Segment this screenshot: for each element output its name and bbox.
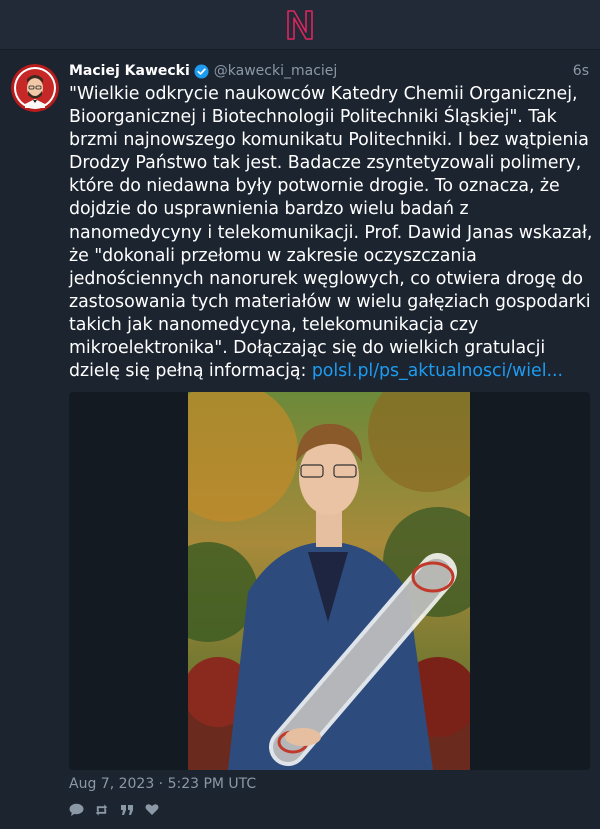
- quote-icon[interactable]: [119, 802, 134, 817]
- tweet-header: Maciej Kawecki @kawecki_maciej 6s: [69, 61, 589, 81]
- reply-icon[interactable]: [69, 802, 84, 817]
- avatar[interactable]: [11, 64, 59, 112]
- author-name[interactable]: Maciej Kawecki: [69, 63, 190, 79]
- like-icon[interactable]: [144, 802, 159, 817]
- tweet-text: "Wielkie odkrycie naukowców Katedry Chem…: [69, 83, 594, 383]
- tweet-actions: [69, 802, 159, 817]
- top-bar: [0, 0, 600, 50]
- retweet-icon[interactable]: [94, 802, 109, 817]
- verified-icon: [194, 63, 209, 79]
- tweet: Maciej Kawecki @kawecki_maciej 6s "Wielk…: [0, 50, 600, 829]
- tweet-link[interactable]: polsl.pl/ps_aktualnosci/wiel...: [312, 361, 563, 381]
- tweet-photo[interactable]: [188, 392, 470, 770]
- tweet-time[interactable]: 6s: [573, 63, 589, 79]
- author-handle[interactable]: @kawecki_maciej: [214, 63, 338, 79]
- tweet-text-content: "Wielkie odkrycie naukowców Katedry Chem…: [69, 84, 593, 382]
- n-logo-icon[interactable]: [285, 8, 315, 42]
- tweet-media[interactable]: [69, 392, 590, 770]
- tweet-timestamp[interactable]: Aug 7, 2023 · 5:23 PM UTC: [69, 776, 256, 792]
